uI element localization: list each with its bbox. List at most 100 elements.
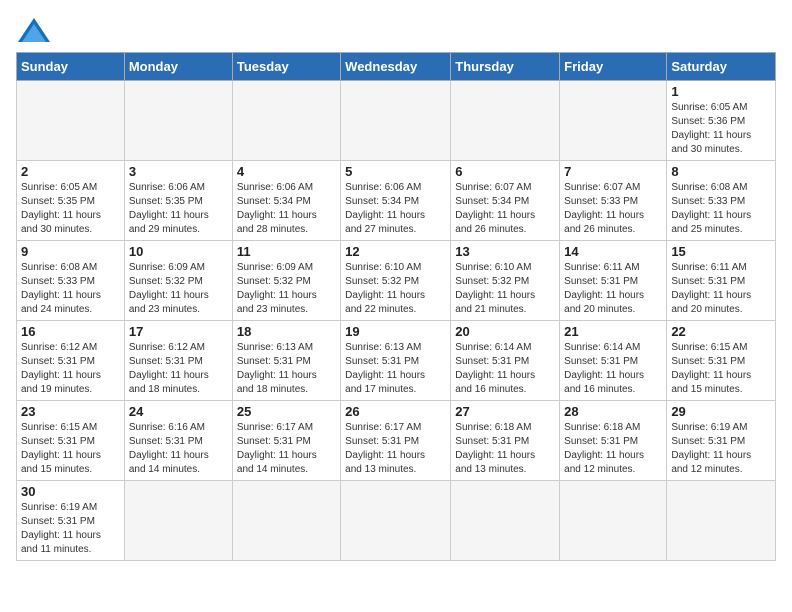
calendar-cell: 23Sunrise: 6:15 AM Sunset: 5:31 PM Dayli… (17, 401, 125, 481)
day-info: Sunrise: 6:08 AM Sunset: 5:33 PM Dayligh… (21, 261, 120, 317)
calendar-cell: 1Sunrise: 6:05 AM Sunset: 5:36 PM Daylig… (667, 81, 776, 161)
calendar-cell: 8Sunrise: 6:08 AM Sunset: 5:33 PM Daylig… (667, 161, 776, 241)
day-info: Sunrise: 6:12 AM Sunset: 5:31 PM Dayligh… (21, 341, 120, 397)
day-number: 10 (129, 244, 228, 259)
calendar-table: SundayMondayTuesdayWednesdayThursdayFrid… (16, 52, 776, 561)
calendar-cell: 16Sunrise: 6:12 AM Sunset: 5:31 PM Dayli… (17, 321, 125, 401)
day-info: Sunrise: 6:15 AM Sunset: 5:31 PM Dayligh… (671, 341, 771, 397)
day-info: Sunrise: 6:11 AM Sunset: 5:31 PM Dayligh… (671, 261, 771, 317)
calendar-cell: 14 Sunrise: 6:11 AM Sunset: 5:31 PM Dayli… (560, 241, 667, 321)
calendar-cell (560, 81, 667, 161)
day-number: 20 (455, 324, 555, 339)
calendar-cell: 22 Sunrise: 6:15 AM Sunset: 5:31 PM Dayli… (667, 321, 776, 401)
day-info: Sunrise: 6:06 AM Sunset: 5:34 PM Dayligh… (345, 181, 446, 237)
calendar-cell: 11 Sunrise: 6:09 AM Sunset: 5:32 PM Dayli… (232, 241, 340, 321)
weekday-header-tuesday: Tuesday (232, 53, 340, 81)
calendar-cell: 15 Sunrise: 6:11 AM Sunset: 5:31 PM Dayli… (667, 241, 776, 321)
week-row-6: 30 Sunrise: 6:19 AM Sunset: 5:31 PM Dayli… (17, 481, 776, 561)
weekday-header-saturday: Saturday (667, 53, 776, 81)
calendar-cell: 13 Sunrise: 6:10 AM Sunset: 5:32 PM Dayli… (451, 241, 560, 321)
day-number: 1 (671, 84, 771, 99)
calendar-cell: 24Sunrise: 6:16 AM Sunset: 5:31 PM Dayli… (124, 401, 232, 481)
calendar-cell: 2Sunrise: 6:05 AM Sunset: 5:35 PM Daylig… (17, 161, 125, 241)
calendar-cell: 6 Sunrise: 6:07 AM Sunset: 5:34 PM Daylig… (451, 161, 560, 241)
day-number: 21 (564, 324, 662, 339)
day-number: 4 (237, 164, 336, 179)
day-number: 30 (21, 484, 120, 499)
header (16, 16, 776, 44)
day-number: 27 (455, 404, 555, 419)
day-info: Sunrise: 6:19 AM Sunset: 5:31 PM Dayligh… (671, 421, 771, 477)
day-info: Sunrise: 6:07 AM Sunset: 5:34 PM Dayligh… (455, 181, 555, 237)
weekday-header-monday: Monday (124, 53, 232, 81)
day-number: 5 (345, 164, 446, 179)
calendar-cell: 3 Sunrise: 6:06 AM Sunset: 5:35 PM Daylig… (124, 161, 232, 241)
calendar-cell: 25 Sunrise: 6:17 AM Sunset: 5:31 PM Dayli… (232, 401, 340, 481)
day-number: 15 (671, 244, 771, 259)
calendar-cell: 30 Sunrise: 6:19 AM Sunset: 5:31 PM Dayli… (17, 481, 125, 561)
calendar-cell: 18Sunrise: 6:13 AM Sunset: 5:31 PM Dayli… (232, 321, 340, 401)
calendar-cell (341, 81, 451, 161)
day-info: Sunrise: 6:14 AM Sunset: 5:31 PM Dayligh… (564, 341, 662, 397)
day-info: Sunrise: 6:10 AM Sunset: 5:32 PM Dayligh… (345, 261, 446, 317)
calendar-cell (451, 481, 560, 561)
day-number: 14 (564, 244, 662, 259)
calendar-cell (451, 81, 560, 161)
day-number: 24 (129, 404, 228, 419)
day-info: Sunrise: 6:10 AM Sunset: 5:32 PM Dayligh… (455, 261, 555, 317)
day-info: Sunrise: 6:18 AM Sunset: 5:31 PM Dayligh… (455, 421, 555, 477)
day-number: 11 (237, 244, 336, 259)
day-info: Sunrise: 6:17 AM Sunset: 5:31 PM Dayligh… (237, 421, 336, 477)
day-info: Sunrise: 6:06 AM Sunset: 5:35 PM Dayligh… (129, 181, 228, 237)
day-number: 28 (564, 404, 662, 419)
calendar-cell: 20Sunrise: 6:14 AM Sunset: 5:31 PM Dayli… (451, 321, 560, 401)
day-info: Sunrise: 6:11 AM Sunset: 5:31 PM Dayligh… (564, 261, 662, 317)
calendar-cell: 26 Sunrise: 6:17 AM Sunset: 5:31 PM Dayli… (341, 401, 451, 481)
day-number: 22 (671, 324, 771, 339)
calendar-cell: 4 Sunrise: 6:06 AM Sunset: 5:34 PM Daylig… (232, 161, 340, 241)
day-number: 8 (671, 164, 771, 179)
week-row-3: 9 Sunrise: 6:08 AM Sunset: 5:33 PM Daylig… (17, 241, 776, 321)
day-number: 9 (21, 244, 120, 259)
day-number: 19 (345, 324, 446, 339)
calendar-cell: 28Sunrise: 6:18 AM Sunset: 5:31 PM Dayli… (560, 401, 667, 481)
calendar-cell: 7 Sunrise: 6:07 AM Sunset: 5:33 PM Daylig… (560, 161, 667, 241)
calendar-cell: 10 Sunrise: 6:09 AM Sunset: 5:32 PM Dayli… (124, 241, 232, 321)
calendar-cell (124, 81, 232, 161)
weekday-header-wednesday: Wednesday (341, 53, 451, 81)
calendar-cell: 17Sunrise: 6:12 AM Sunset: 5:31 PM Dayli… (124, 321, 232, 401)
weekday-header-sunday: Sunday (17, 53, 125, 81)
day-number: 7 (564, 164, 662, 179)
day-number: 25 (237, 404, 336, 419)
day-info: Sunrise: 6:12 AM Sunset: 5:31 PM Dayligh… (129, 341, 228, 397)
day-info: Sunrise: 6:09 AM Sunset: 5:32 PM Dayligh… (237, 261, 336, 317)
week-row-5: 23Sunrise: 6:15 AM Sunset: 5:31 PM Dayli… (17, 401, 776, 481)
day-info: Sunrise: 6:09 AM Sunset: 5:32 PM Dayligh… (129, 261, 228, 317)
day-info: Sunrise: 6:06 AM Sunset: 5:34 PM Dayligh… (237, 181, 336, 237)
calendar-cell (560, 481, 667, 561)
weekday-header-row: SundayMondayTuesdayWednesdayThursdayFrid… (17, 53, 776, 81)
week-row-4: 16Sunrise: 6:12 AM Sunset: 5:31 PM Dayli… (17, 321, 776, 401)
calendar-cell: 12 Sunrise: 6:10 AM Sunset: 5:32 PM Dayli… (341, 241, 451, 321)
day-number: 26 (345, 404, 446, 419)
logo-icon (16, 16, 52, 44)
day-number: 12 (345, 244, 446, 259)
day-number: 18 (237, 324, 336, 339)
day-info: Sunrise: 6:15 AM Sunset: 5:31 PM Dayligh… (21, 421, 120, 477)
calendar-cell (341, 481, 451, 561)
day-number: 13 (455, 244, 555, 259)
logo (16, 16, 56, 44)
calendar-cell (667, 481, 776, 561)
day-info: Sunrise: 6:19 AM Sunset: 5:31 PM Dayligh… (21, 501, 120, 557)
day-number: 6 (455, 164, 555, 179)
calendar-cell: 19Sunrise: 6:13 AM Sunset: 5:31 PM Dayli… (341, 321, 451, 401)
calendar-cell: 29Sunrise: 6:19 AM Sunset: 5:31 PM Dayli… (667, 401, 776, 481)
day-info: Sunrise: 6:17 AM Sunset: 5:31 PM Dayligh… (345, 421, 446, 477)
day-info: Sunrise: 6:07 AM Sunset: 5:33 PM Dayligh… (564, 181, 662, 237)
calendar-cell: 5 Sunrise: 6:06 AM Sunset: 5:34 PM Daylig… (341, 161, 451, 241)
calendar-cell (124, 481, 232, 561)
calendar-cell (232, 81, 340, 161)
day-number: 2 (21, 164, 120, 179)
day-number: 3 (129, 164, 228, 179)
week-row-2: 2Sunrise: 6:05 AM Sunset: 5:35 PM Daylig… (17, 161, 776, 241)
